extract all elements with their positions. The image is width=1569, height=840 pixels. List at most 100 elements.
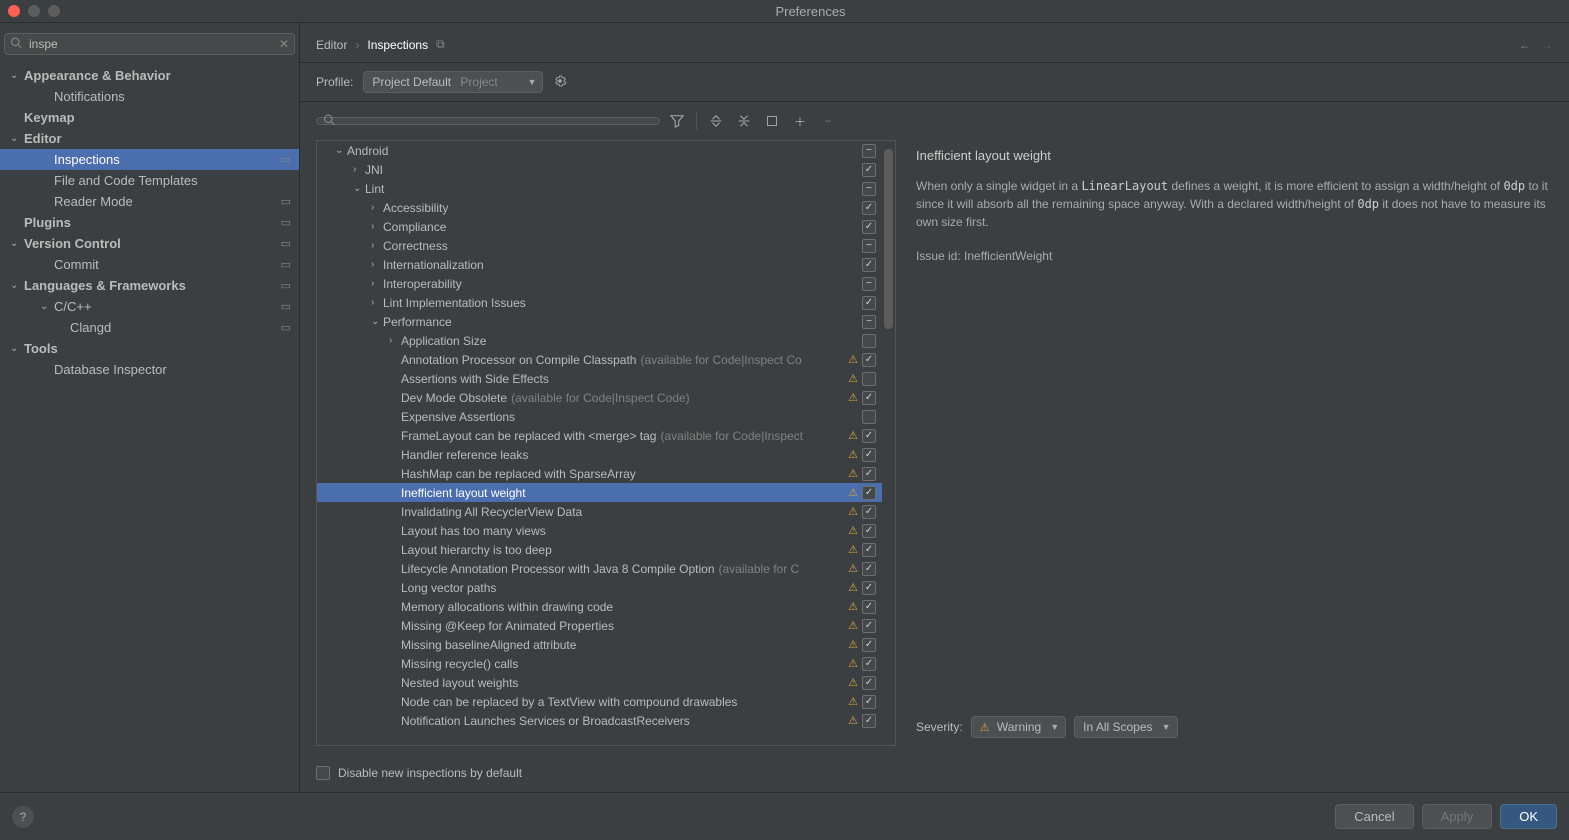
inspection-checkbox[interactable] (862, 334, 876, 348)
inspection-row[interactable]: ›JNI (317, 160, 882, 179)
cancel-button[interactable]: Cancel (1335, 804, 1413, 829)
profile-combo[interactable]: Project Default Project ▼ (363, 71, 543, 93)
inspection-row[interactable]: Nested layout weights⚠ (317, 673, 882, 692)
add-icon[interactable]: ＋ (789, 110, 811, 132)
inspection-row[interactable]: Annotation Processor on Compile Classpat… (317, 350, 882, 369)
inspection-row[interactable]: ›Interoperability (317, 274, 882, 293)
inspection-checkbox[interactable] (862, 410, 876, 424)
clear-search-icon[interactable]: ✕ (279, 37, 289, 51)
inspection-checkbox[interactable] (862, 524, 876, 538)
gear-icon[interactable] (553, 74, 567, 91)
zoom-window-button[interactable] (48, 5, 60, 17)
inspection-checkbox[interactable] (862, 657, 876, 671)
inspection-row[interactable]: ›Lint Implementation Issues (317, 293, 882, 312)
sidebar-item-reader-mode[interactable]: Reader Mode▭ (0, 191, 299, 212)
scope-combo[interactable]: In All Scopes ▼ (1074, 716, 1177, 738)
sidebar-item-inspections[interactable]: Inspections▭ (0, 149, 299, 170)
sidebar-search-input[interactable] (4, 33, 295, 55)
collapse-all-icon[interactable] (733, 110, 755, 132)
inspection-checkbox[interactable] (862, 296, 876, 310)
sidebar-item-c-c-[interactable]: ⌄C/C++▭ (0, 296, 299, 317)
minimize-window-button[interactable] (28, 5, 40, 17)
sidebar-item-database-inspector[interactable]: Database Inspector (0, 359, 299, 380)
inspection-checkbox[interactable] (862, 163, 876, 177)
inspection-row[interactable]: Missing baselineAligned attribute⚠ (317, 635, 882, 654)
inspection-checkbox[interactable] (862, 372, 876, 386)
inspection-checkbox[interactable] (862, 201, 876, 215)
remove-icon[interactable]: − (817, 110, 839, 132)
inspection-row[interactable]: Layout has too many views⚠ (317, 521, 882, 540)
reset-defaults-icon[interactable] (761, 110, 783, 132)
sidebar-item-appearance-behavior[interactable]: ⌄Appearance & Behavior (0, 65, 299, 86)
inspection-checkbox[interactable] (862, 182, 876, 196)
inspection-row[interactable]: ⌄Performance (317, 312, 882, 331)
sidebar-item-file-and-code-templates[interactable]: File and Code Templates (0, 170, 299, 191)
sidebar-item-languages-frameworks[interactable]: ⌄Languages & Frameworks▭ (0, 275, 299, 296)
inspection-checkbox[interactable] (862, 239, 876, 253)
inspection-checkbox[interactable] (862, 144, 876, 158)
inspection-row[interactable]: Missing recycle() calls⚠ (317, 654, 882, 673)
reset-icon[interactable]: ⧉ (436, 37, 445, 52)
inspection-checkbox[interactable] (862, 486, 876, 500)
inspection-row[interactable]: Lifecycle Annotation Processor with Java… (317, 559, 882, 578)
inspection-row[interactable]: Handler reference leaks⚠ (317, 445, 882, 464)
sidebar-item-notifications[interactable]: Notifications (0, 86, 299, 107)
inspection-checkbox[interactable] (862, 619, 876, 633)
sidebar-item-keymap[interactable]: Keymap (0, 107, 299, 128)
inspection-row[interactable]: Expensive Assertions (317, 407, 882, 426)
inspection-checkbox[interactable] (862, 429, 876, 443)
help-button[interactable]: ? (12, 806, 34, 828)
inspection-row[interactable]: ⌄Lint (317, 179, 882, 198)
back-arrow-icon[interactable]: ← (1519, 38, 1531, 52)
expand-all-icon[interactable] (705, 110, 727, 132)
scrollbar[interactable] (882, 141, 895, 745)
inspection-checkbox[interactable] (862, 353, 876, 367)
inspection-checkbox[interactable] (862, 676, 876, 690)
inspection-row[interactable]: HashMap can be replaced with SparseArray… (317, 464, 882, 483)
sidebar-item-version-control[interactable]: ⌄Version Control▭ (0, 233, 299, 254)
inspection-checkbox[interactable] (862, 543, 876, 557)
inspection-row[interactable]: ›Compliance (317, 217, 882, 236)
breadcrumb-root[interactable]: Editor (316, 38, 347, 52)
sidebar-item-clangd[interactable]: Clangd▭ (0, 317, 299, 338)
disable-new-inspections[interactable]: Disable new inspections by default (316, 766, 1553, 780)
sidebar-item-editor[interactable]: ⌄Editor (0, 128, 299, 149)
inspection-row[interactable]: Node can be replaced by a TextView with … (317, 692, 882, 711)
inspection-checkbox[interactable] (862, 600, 876, 614)
inspection-list[interactable]: ⌄Android›JNI⌄Lint›Accessibility›Complian… (317, 141, 882, 745)
inspection-row[interactable]: Assertions with Side Effects⚠ (317, 369, 882, 388)
inspection-row[interactable]: Inefficient layout weight⚠ (317, 483, 882, 502)
inspection-checkbox[interactable] (862, 258, 876, 272)
apply-button[interactable]: Apply (1422, 804, 1493, 829)
inspection-checkbox[interactable] (862, 581, 876, 595)
inspection-checkbox[interactable] (862, 638, 876, 652)
severity-combo[interactable]: ⚠ Warning ▼ (971, 716, 1066, 738)
inspection-row[interactable]: ›Internationalization (317, 255, 882, 274)
inspection-row[interactable]: ›Application Size (317, 331, 882, 350)
inspection-row[interactable]: Notification Launches Services or Broadc… (317, 711, 882, 730)
inspection-checkbox[interactable] (862, 448, 876, 462)
inspection-row[interactable]: ›Accessibility (317, 198, 882, 217)
inspection-checkbox[interactable] (862, 714, 876, 728)
inspection-checkbox[interactable] (862, 391, 876, 405)
inspection-row[interactable]: Invalidating All RecyclerView Data⚠ (317, 502, 882, 521)
forward-arrow-icon[interactable]: → (1541, 38, 1553, 52)
inspection-checkbox[interactable] (862, 467, 876, 481)
inspection-checkbox[interactable] (862, 695, 876, 709)
inspection-row[interactable]: ⌄Android (317, 141, 882, 160)
scrollbar-thumb[interactable] (884, 149, 893, 329)
inspection-row[interactable]: Dev Mode Obsolete(available for Code|Ins… (317, 388, 882, 407)
inspection-checkbox[interactable] (862, 315, 876, 329)
inspection-row[interactable]: FrameLayout can be replaced with <merge>… (317, 426, 882, 445)
sidebar-item-plugins[interactable]: Plugins▭ (0, 212, 299, 233)
sidebar-item-commit[interactable]: Commit▭ (0, 254, 299, 275)
ok-button[interactable]: OK (1500, 804, 1557, 829)
filter-icon[interactable] (666, 110, 688, 132)
inspection-row[interactable]: Layout hierarchy is too deep⚠ (317, 540, 882, 559)
inspection-row[interactable]: Memory allocations within drawing code⚠ (317, 597, 882, 616)
inspection-row[interactable]: Missing @Keep for Animated Properties⚠ (317, 616, 882, 635)
inspection-row[interactable]: Long vector paths⚠ (317, 578, 882, 597)
inspection-checkbox[interactable] (862, 220, 876, 234)
inspection-checkbox[interactable] (862, 505, 876, 519)
inspection-search[interactable] (316, 117, 660, 125)
